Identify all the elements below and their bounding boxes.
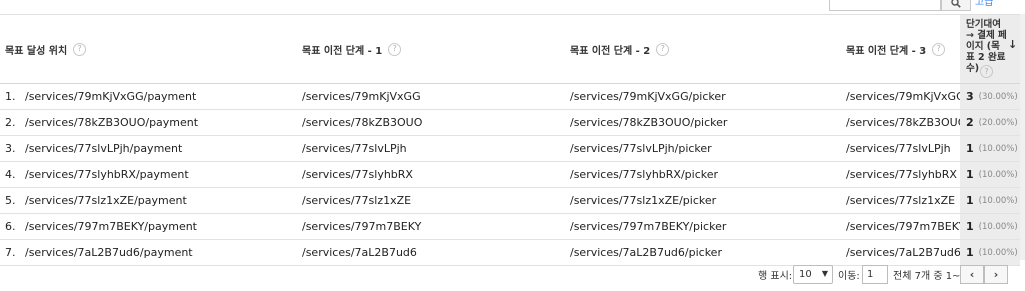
- table-cell-page-path[interactable]: /services/77slyhbRX/picker: [570, 162, 718, 187]
- chevron-right-icon: ›: [993, 268, 999, 281]
- table-cell-goal-completions: 2 (20.00%): [960, 110, 1020, 135]
- completion-percent: (10.00%): [978, 247, 1018, 258]
- completion-count: 3: [966, 90, 974, 103]
- table-cell-goal-completions: 1 (10.00%): [960, 188, 1020, 213]
- table-cell-page-path[interactable]: /services/79mKjVxGG: [846, 84, 965, 109]
- rows-per-page-select[interactable]: 10 ▼: [793, 265, 833, 284]
- table-row: 6. /services/797m7BEKY/payment/services/7…: [0, 214, 1020, 240]
- completion-count: 1: [966, 246, 974, 259]
- help-icon[interactable]: ?: [980, 65, 993, 78]
- table-row: 3. /services/77slvLPjh/payment/services/7…: [0, 136, 1020, 162]
- rows-per-page-value: 10: [799, 269, 812, 280]
- help-icon[interactable]: ?: [932, 42, 946, 56]
- column-header-label: 목표 이전 단계 - 1: [302, 45, 383, 57]
- search-icon: [951, 0, 961, 8]
- table-cell-page-path[interactable]: /services/77slyhbRX: [846, 162, 957, 187]
- column-header-previous-step-1[interactable]: 목표 이전 단계 - 1 ?: [302, 15, 402, 83]
- table-cell-page-path[interactable]: /services/77slyhbRX: [302, 162, 413, 187]
- row-number: 3.: [5, 142, 16, 155]
- completion-percent: (10.00%): [978, 143, 1018, 154]
- completion-count: 1: [966, 168, 974, 181]
- vertical-scrollbar[interactable]: [1020, 14, 1025, 260]
- table-cell-page-path[interactable]: /services/78kZB3OUO/picker: [570, 110, 727, 135]
- table-cell-page-path[interactable]: /services/79mKjVxGG: [302, 84, 421, 109]
- completion-percent: (10.00%): [978, 195, 1018, 206]
- table-cell-page-path[interactable]: /services/77slz1xZE: [302, 188, 411, 213]
- column-header-label: 목표 달성 위치: [5, 45, 68, 57]
- data-table: 목표 달성 위치 ? 목표 이전 단계 - 1 ? 목표 이전 단계 - 2 ?…: [0, 14, 1020, 266]
- column-header-label: 목표 이전 단계 - 2: [570, 45, 651, 57]
- table-cell-page-path[interactable]: /services/78kZB3OUO/payment: [25, 110, 198, 135]
- column-header-goal-completions[interactable]: 단기대여 → 결제 페이지 (목표 2 완료 수) ↓ ?: [960, 15, 1020, 83]
- completion-count: 1: [966, 220, 974, 233]
- goto-page-input[interactable]: 1: [862, 265, 888, 284]
- completion-count: 2: [966, 116, 974, 129]
- row-number: 6.: [5, 220, 16, 233]
- prev-page-button[interactable]: ‹: [960, 265, 984, 284]
- advanced-link[interactable]: 고급: [975, 0, 993, 8]
- table-cell-page-path[interactable]: /services/78kZB3OUO: [846, 110, 966, 135]
- column-header-label: 목표 이전 단계 - 3: [846, 45, 927, 57]
- row-number: 2.: [5, 116, 16, 129]
- search-button[interactable]: [941, 0, 971, 11]
- table-cell-page-path[interactable]: /services/797m7BEKY: [302, 214, 421, 239]
- completion-percent: (10.00%): [978, 169, 1018, 180]
- table-cell-page-path[interactable]: /services/79mKjVxGG/picker: [570, 84, 726, 109]
- next-page-button[interactable]: ›: [984, 265, 1008, 284]
- table-cell-goal-completions: 1 (10.00%): [960, 162, 1020, 187]
- goto-label: 이동:: [838, 270, 860, 282]
- row-number: 5.: [5, 194, 16, 207]
- table-cell-page-path[interactable]: /services/77slz1xZE: [846, 188, 955, 213]
- pagination-bar: 행 표시: 10 ▼ 이동: 1 전체 7개 중 1~7 ‹ ›: [0, 261, 1025, 291]
- completion-count: 1: [966, 194, 974, 207]
- table-row: 4. /services/77slyhbRX/payment/services/7…: [0, 162, 1020, 188]
- table-cell-page-path[interactable]: /services/77slyhbRX/payment: [25, 162, 189, 187]
- table-cell-page-path[interactable]: /services/77slz1xZE/payment: [25, 188, 187, 213]
- completion-percent: (30.00%): [978, 91, 1018, 102]
- row-number: 4.: [5, 168, 16, 181]
- completion-count: 1: [966, 142, 974, 155]
- search-input[interactable]: [829, 0, 941, 11]
- help-icon[interactable]: ?: [388, 42, 402, 56]
- table-cell-page-path[interactable]: /services/79mKjVxGG/payment: [25, 84, 196, 109]
- completion-percent: (20.00%): [978, 117, 1018, 128]
- table-cell-page-path[interactable]: /services/797m7BEKY/picker: [570, 214, 726, 239]
- table-cell-page-path[interactable]: /services/77slvLPjh: [302, 136, 407, 161]
- sort-descending-icon[interactable]: ↓: [1008, 39, 1017, 50]
- table-cell-page-path[interactable]: /services/78kZB3OUO: [302, 110, 422, 135]
- table-row: 5. /services/77slz1xZE/payment/services/7…: [0, 188, 1020, 214]
- goto-page-value: 1: [867, 269, 874, 280]
- table-cell-page-path[interactable]: /services/77slvLPjh/picker: [570, 136, 712, 161]
- table-cell-page-path[interactable]: /services/797m7BEKY: [846, 214, 965, 239]
- chevron-down-icon: ▼: [821, 269, 828, 278]
- table-cell-goal-completions: 1 (10.00%): [960, 214, 1020, 239]
- chevron-left-icon: ‹: [969, 268, 975, 281]
- completion-percent: (10.00%): [978, 221, 1018, 232]
- table-cell-page-path[interactable]: /services/797m7BEKY/payment: [25, 214, 197, 239]
- row-number: 1.: [5, 90, 16, 103]
- help-icon[interactable]: ?: [656, 42, 670, 56]
- table-header: 목표 달성 위치 ? 목표 이전 단계 - 1 ? 목표 이전 단계 - 2 ?…: [0, 14, 1020, 84]
- table-cell-goal-completions: 3 (30.00%): [960, 84, 1020, 109]
- table-cell-page-path[interactable]: /services/77slz1xZE/picker: [570, 188, 716, 213]
- table-body: 1. /services/79mKjVxGG/payment/services/7…: [0, 84, 1020, 266]
- help-icon[interactable]: ?: [73, 42, 87, 56]
- table-cell-goal-completions: 1 (10.00%): [960, 136, 1020, 161]
- column-header-previous-step-3[interactable]: 목표 이전 단계 - 3 ?: [846, 15, 946, 83]
- column-header-previous-step-2[interactable]: 목표 이전 단계 - 2 ?: [570, 15, 670, 83]
- page-range-text: 전체 7개 중 1~7: [893, 270, 967, 282]
- column-header-goal-completion-location[interactable]: 목표 달성 위치 ?: [5, 15, 87, 83]
- table-cell-page-path[interactable]: /services/77slvLPjh/payment: [25, 136, 182, 161]
- table-cell-page-path[interactable]: /services/77slvLPjh: [846, 136, 951, 161]
- table-row: 2. /services/78kZB3OUO/payment/services/7…: [0, 110, 1020, 136]
- table-row: 1. /services/79mKjVxGG/payment/services/7…: [0, 84, 1020, 110]
- rows-per-page-label: 행 표시:: [758, 270, 793, 282]
